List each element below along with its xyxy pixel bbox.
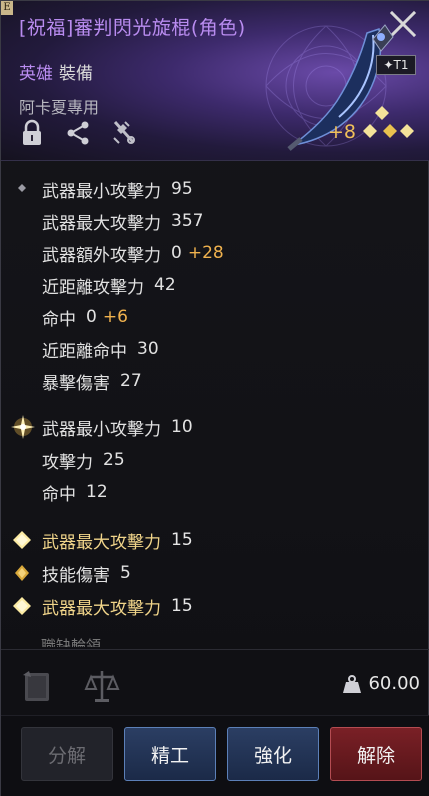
stat-row: 近距離命中 30 <box>42 336 159 362</box>
stat-row: 攻擊力 25 <box>42 447 125 473</box>
enhance-button[interactable]: 強化 <box>227 727 319 781</box>
blessing-star-icon <box>11 415 35 439</box>
item-weight: 60.00 <box>342 673 420 694</box>
stat-value: 10 <box>171 417 193 437</box>
item-tooltip-panel: E [祝福]審判閃光旋棍(角色) 英雄 裝備 阿卡夏專用 ✦T1 +8 武器最小… <box>0 0 429 796</box>
stat-row: 武器額外攻擊力 0 +28 <box>42 240 224 266</box>
share-icon[interactable] <box>65 118 91 148</box>
stat-row: 武器最小攻擊力 10 <box>42 414 193 440</box>
stat-row: 武器最小攻擊力 95 <box>42 176 193 202</box>
small-diamond-icon <box>18 184 26 192</box>
stat-row: 武器最大攻擊力 357 <box>42 208 203 234</box>
refine-button[interactable]: 精工 <box>124 727 216 781</box>
item-type: 裝備 <box>59 64 93 84</box>
option-row: 武器最大攻擊力 15 <box>42 593 193 619</box>
option-row: 武器最大攻擊力 15 <box>42 527 193 553</box>
tier-badge: ✦T1 <box>376 55 416 75</box>
stat-bonus: +6 <box>102 307 128 327</box>
stat-value: 0 <box>171 243 182 263</box>
stat-label: 技能傷害 <box>42 565 110 586</box>
stat-label: 近距離攻擊力 <box>42 277 144 298</box>
class-restriction: 阿卡夏專用 <box>19 98 100 117</box>
stat-label: 命中 <box>42 484 76 505</box>
stat-label: 武器最大攻擊力 <box>42 213 161 234</box>
dismantle-button[interactable]: 分解 <box>21 727 113 781</box>
stat-row: 近距離攻擊力 42 <box>42 272 176 298</box>
bright-diamond-icon <box>13 531 31 549</box>
stat-value: 15 <box>171 530 193 550</box>
stat-label: 命中 <box>42 309 76 330</box>
stat-value: 27 <box>120 371 142 391</box>
rarity-label: 英雄 <box>19 64 53 84</box>
weight-icon <box>343 674 362 693</box>
clipped-text: 職缺輪領 <box>41 637 102 647</box>
corner-tag: E <box>1 1 13 15</box>
enhance-diamond-icon <box>363 106 414 138</box>
stat-value: 357 <box>171 211 204 231</box>
stat-value: 42 <box>154 275 176 295</box>
item-header: E [祝福]審判閃光旋棍(角色) 英雄 裝備 阿卡夏專用 ✦T1 +8 <box>1 1 429 161</box>
book-icon[interactable] <box>19 667 57 705</box>
stat-value: 5 <box>120 563 131 583</box>
scale-icon[interactable] <box>83 667 121 705</box>
stat-value: 15 <box>171 596 193 616</box>
footer-icon-row <box>19 667 121 705</box>
stat-value: 30 <box>137 339 159 359</box>
stat-value: 12 <box>86 482 108 502</box>
stat-label: 攻擊力 <box>42 452 93 473</box>
header-icon-row <box>19 118 137 148</box>
enhance-level: +8 <box>327 121 356 143</box>
weight-value: 60.00 <box>368 673 420 694</box>
gold-diamond-icon <box>15 565 29 581</box>
stat-row: 暴擊傷害 27 <box>42 368 142 394</box>
stat-label: 武器最小攻擊力 <box>42 181 161 202</box>
lock-icon[interactable] <box>19 118 45 148</box>
bright-diamond-icon <box>13 597 31 615</box>
divider <box>1 649 429 650</box>
stat-value: 0 <box>86 307 97 327</box>
item-title: [祝福]審判閃光旋棍(角色) <box>19 17 246 39</box>
stat-row: 命中 0 +6 <box>42 304 128 330</box>
stat-row: 命中 12 <box>42 479 108 505</box>
remove-button[interactable]: 解除 <box>330 727 422 781</box>
tool-icon[interactable] <box>111 118 137 148</box>
stat-value: 25 <box>103 450 125 470</box>
stat-bonus: +28 <box>187 243 224 263</box>
stat-value: 95 <box>171 179 193 199</box>
stat-label: 武器最小攻擊力 <box>42 419 161 440</box>
stat-label: 武器最大攻擊力 <box>42 532 161 553</box>
option-row: 技能傷害 5 <box>42 560 131 586</box>
item-rarity: 英雄 裝備 <box>19 59 93 84</box>
stat-label: 暴擊傷害 <box>42 373 110 394</box>
stat-label: 武器最大攻擊力 <box>42 598 161 619</box>
stat-label: 近距離命中 <box>42 341 127 362</box>
stat-label: 武器額外攻擊力 <box>42 245 161 266</box>
